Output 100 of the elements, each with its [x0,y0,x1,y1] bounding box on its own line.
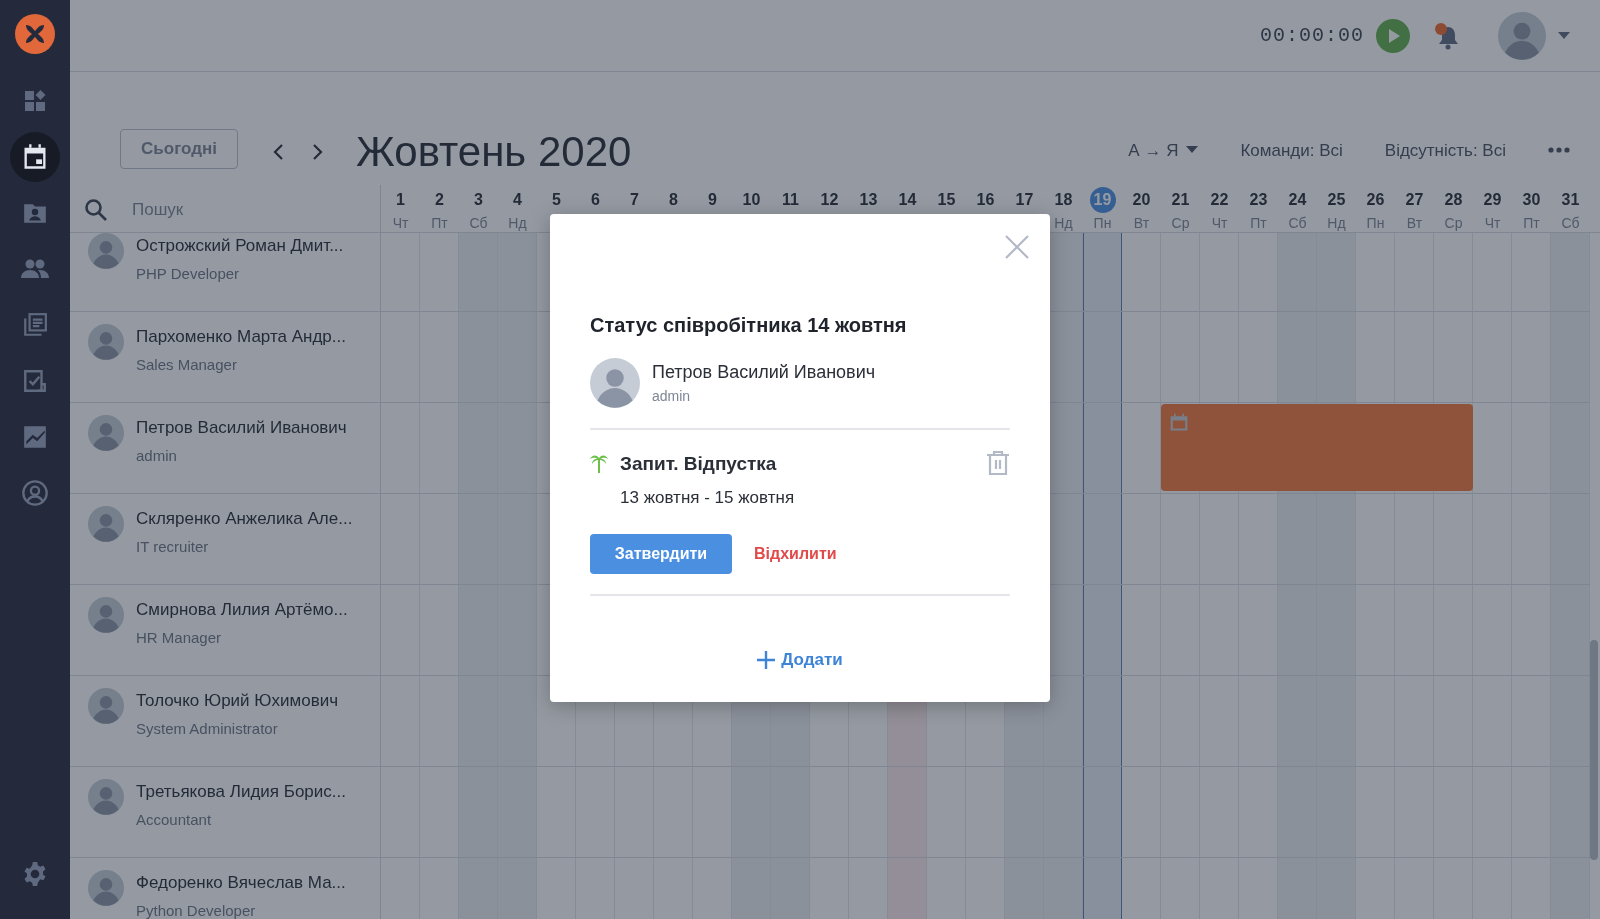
day-number: 17 [1014,190,1035,210]
day-number: 1 [395,190,406,210]
employee-name[interactable]: Пархоменко Марта Андр... [136,324,346,350]
weekday-label: Пт [431,214,448,233]
day-number: 14 [897,190,918,210]
day-number: 4 [512,190,523,210]
employee-name[interactable]: Смирнова Лилия Артёмо... [136,597,348,623]
request-title: Запит. Відпустка [620,452,778,476]
trash-icon[interactable] [986,450,1010,476]
dashboard-icon[interactable] [23,89,47,113]
weekday-label: Ср [1171,214,1190,233]
request-dates: 13 жовтня - 15 жовтня [620,486,796,509]
close-button[interactable] [1004,234,1030,260]
reject-button[interactable]: Відхилити [748,541,843,567]
weekday-label: Нд [508,214,527,233]
filter-dropdown[interactable]: Відсутність: Всі [1384,137,1506,163]
employee-name[interactable]: Петров Василий Иванович [136,415,347,441]
plus-icon[interactable] [757,650,776,669]
person-name: Петров Василий Иванович [652,361,876,384]
day-number: 20 [1131,190,1152,210]
palm-tree-icon [590,453,608,473]
day-number: 3 [473,190,484,210]
people-icon[interactable] [21,257,49,281]
day-number: 26 [1365,190,1386,210]
settings-icon[interactable] [22,861,48,887]
day-number: 30 [1521,190,1542,210]
weekday-label: Пт [1250,214,1267,233]
employee-name[interactable]: Федоренко Вячеслав Ма... [136,870,346,896]
weekday-label: Нд [1054,214,1073,233]
sidebar-item[interactable] [10,132,60,182]
chevron-left-icon[interactable] [272,142,284,161]
weekday-label: Сб [469,214,488,233]
day-number: 15 [936,190,957,210]
checklist-icon[interactable] [22,368,48,394]
employee-role: System Administrator [136,718,279,739]
weekday-label: Пн [1093,214,1112,233]
avatar [88,597,124,633]
weekday-label: Сб [1561,214,1580,233]
employee-role: PHP Developer [136,263,241,284]
employee-name[interactable]: Третьякова Лидия Борис... [136,779,346,805]
calendar-icon [1169,412,1189,433]
day-number: 11 [781,190,800,210]
avatar [88,324,124,360]
add-button[interactable]: Додати [751,646,849,674]
search-field[interactable]: Пошук [130,195,330,224]
documents-icon[interactable] [22,312,48,338]
filter-dropdown[interactable]: Команди: Всі [1240,137,1343,163]
weekday-label: Нд [1327,214,1346,233]
user-circle-icon[interactable] [21,479,49,507]
day-number: 31 [1560,190,1581,210]
day-number: 10 [741,190,762,210]
employee-role: admin [136,445,178,466]
month-title: Жовтень 2020 [356,131,632,173]
avatar [88,688,124,724]
employee-role: Accountant [136,809,213,830]
logo[interactable] [15,14,55,54]
user-avatar[interactable] [1498,11,1546,60]
day-number: 12 [819,190,840,210]
avatar [88,870,124,906]
day-number: 9 [707,190,718,210]
avatar [88,233,124,269]
employee-role: HR Manager [136,627,223,648]
search-icon[interactable] [84,197,108,222]
scrollbar[interactable] [1590,640,1598,860]
sort-dropdown[interactable]: А → Я [1128,137,1199,163]
approve-button[interactable]: Затвердити [590,534,732,574]
weekday-label: Вт [1133,214,1150,233]
weekday-label: Чт [1211,214,1228,233]
day-number: 6 [590,190,601,210]
day-number: 13 [858,190,879,210]
day-number: 7 [629,190,640,210]
day-number: 29 [1482,190,1503,210]
weekday-label: Пт [1523,214,1540,233]
timer: 00:00:00 [1260,22,1364,49]
weekday-label: Чт [1484,214,1501,233]
more-icon[interactable] [1548,147,1570,154]
weekday-label: Вт [1406,214,1423,233]
employee-name[interactable]: Скляренко Анжелика Але... [136,506,353,532]
day-number: 24 [1287,190,1308,210]
day-number: 16 [975,190,996,210]
day-number: 28 [1443,190,1464,210]
avatar [88,779,124,815]
employee-name[interactable]: Острожский Роман Дмит... [136,233,344,259]
day-number: 18 [1053,190,1074,210]
chevron-right-icon[interactable] [312,142,324,161]
day-number: 25 [1326,190,1347,210]
employee-role: Sales Manager [136,354,238,375]
caret-icon[interactable] [1558,31,1570,40]
play-icon[interactable] [1376,18,1410,53]
day-number: 27 [1404,190,1425,210]
day-number: 2 [434,190,445,210]
employee-role: Python Developer [136,900,257,919]
chart-icon[interactable] [22,424,48,450]
modal-title: Статус співробітника 14 жовтня [590,313,908,338]
employee-name[interactable]: Толочко Юрий Юхимович [136,688,339,714]
weekday-label: Пн [1366,214,1385,233]
day-number: 19 [1089,187,1116,213]
caret-icon[interactable] [1186,146,1199,155]
avatar [88,415,124,451]
day-number: 22 [1209,190,1230,210]
